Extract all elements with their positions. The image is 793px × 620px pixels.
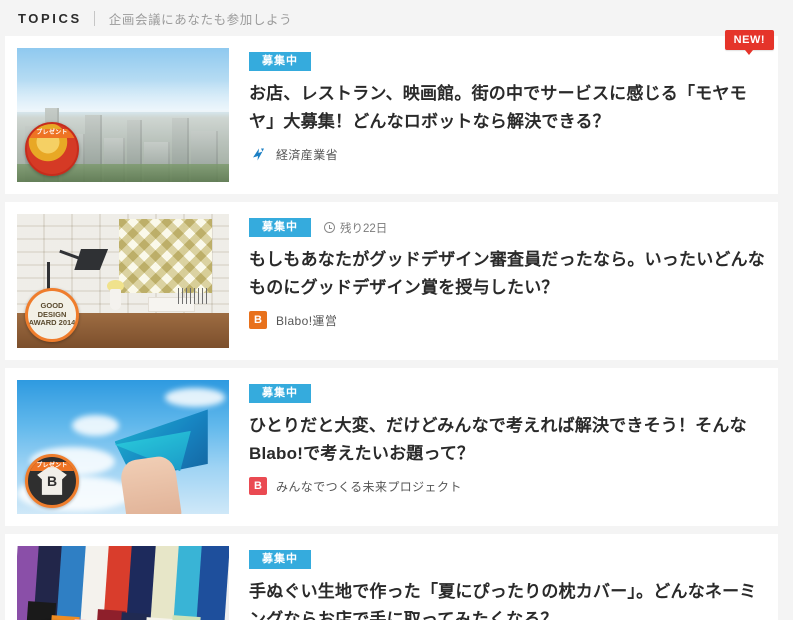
card-author-name: 経済産業省 bbox=[276, 147, 339, 162]
meti-swoosh-icon bbox=[249, 145, 267, 163]
card-title[interactable]: 手ぬぐい生地で作った「夏にぴったりの枕カバー」。どんなネーミングならお店で手に取… bbox=[249, 578, 766, 620]
card-author-name: みんなでつくる未来プロジェクト bbox=[276, 479, 462, 494]
card-meta-row: 募集中 残り22日 bbox=[249, 218, 766, 238]
card-author-row[interactable]: B Blabo!運営 bbox=[249, 311, 766, 330]
topic-card[interactable]: プレゼント B 募集中 ひとりだと大変、だけどみんなで考えれば解決できそう！そん… bbox=[5, 368, 778, 526]
cloud-shape bbox=[165, 388, 225, 407]
card-title[interactable]: もしもあなたがグッドデザイン審査員だったなら。いったいどんなものにグッドデザイン… bbox=[249, 246, 766, 301]
card-meta-row: 募集中 bbox=[249, 550, 766, 570]
topic-card[interactable]: NEW! プレゼント 募集中 お店、レストラン、映画館。街の中でサービスに感じる… bbox=[5, 30, 778, 194]
card-body: 募集中 手ぬぐい生地で作った「夏にぴったりの枕カバー」。どんなネーミングならお店… bbox=[229, 546, 766, 620]
card-body: 募集中 ひとりだと大変、だけどみんなで考えれば解決できそう！そんなBlabo!で… bbox=[229, 380, 766, 514]
award-seal-icon: GOOD DESIGN AWARD 2014 bbox=[25, 288, 79, 342]
card-thumbnail[interactable]: プレゼント B bbox=[17, 380, 229, 514]
chevron-panel-overlay bbox=[118, 219, 213, 294]
card-title[interactable]: お店、レストラン、映画館。街の中でサービスに感じる「モヤモヤ」大募集！どんなロボ… bbox=[249, 80, 766, 135]
topic-card[interactable]: プレゼント 募集中 手ぬぐい生地で作った「夏にぴったりの枕カバー」。どんなネーミ… bbox=[5, 534, 778, 620]
fabric-strip bbox=[115, 612, 150, 620]
new-badge: NEW! bbox=[724, 30, 774, 56]
tshirt-icon: B bbox=[37, 467, 67, 495]
sky-gradient bbox=[17, 48, 229, 113]
header-subtitle: 企画会議にあなたも参加しよう bbox=[108, 12, 293, 27]
card-author-row[interactable]: B みんなでつくる未来プロジェクト bbox=[249, 477, 766, 496]
topic-card[interactable]: GOOD DESIGN AWARD 2014 募集中 残り22日 もしもあなたが… bbox=[5, 202, 778, 360]
header-divider bbox=[93, 10, 95, 26]
card-deadline-label: 残り22日 bbox=[340, 222, 388, 235]
topics-header: TOPICS 企画会議にあなたも参加しよう bbox=[0, 0, 793, 36]
card-thumbnail[interactable]: プレゼント bbox=[17, 48, 229, 182]
clock-icon bbox=[324, 222, 335, 234]
card-author-row[interactable]: 経済産業省 bbox=[249, 145, 766, 163]
card-body: 募集中 お店、レストラン、映画館。街の中でサービスに感じる「モヤモヤ」大募集！ど… bbox=[229, 48, 766, 182]
vase-shape bbox=[110, 289, 121, 311]
card-thumbnail[interactable]: GOOD DESIGN AWARD 2014 bbox=[17, 214, 229, 348]
card-deadline: 残り22日 bbox=[324, 220, 387, 236]
present-seal-icon: プレゼント bbox=[25, 122, 79, 176]
pen-holder bbox=[178, 287, 208, 304]
card-title[interactable]: ひとりだと大変、だけどみんなで考えれば解決できそう！そんなBlabo!で考えたい… bbox=[249, 412, 766, 467]
card-author-name: Blabo!運営 bbox=[276, 313, 338, 328]
present-seal-icon: プレゼント B bbox=[25, 454, 79, 508]
status-badge: 募集中 bbox=[249, 384, 311, 404]
status-badge: 募集中 bbox=[249, 550, 311, 570]
card-meta-row: 募集中 bbox=[249, 384, 766, 404]
award-seal-label: GOOD DESIGN AWARD 2014 bbox=[28, 301, 76, 328]
seal-ribbon-label: プレゼント bbox=[27, 129, 77, 138]
card-thumbnail[interactable]: プレゼント bbox=[17, 546, 229, 620]
page-title: TOPICS bbox=[18, 10, 82, 26]
project-b-icon: B bbox=[249, 477, 267, 496]
cloud-shape bbox=[72, 414, 119, 437]
status-badge: 募集中 bbox=[249, 218, 311, 238]
card-body: 募集中 残り22日 もしもあなたがグッドデザイン審査員だったなら。いったいどんな… bbox=[229, 214, 766, 348]
status-badge: 募集中 bbox=[249, 52, 311, 72]
blabo-b-icon: B bbox=[249, 311, 267, 330]
card-meta-row: 募集中 bbox=[249, 52, 766, 72]
topic-card-list: NEW! プレゼント 募集中 お店、レストラン、映画館。街の中でサービスに感じる… bbox=[5, 30, 778, 620]
